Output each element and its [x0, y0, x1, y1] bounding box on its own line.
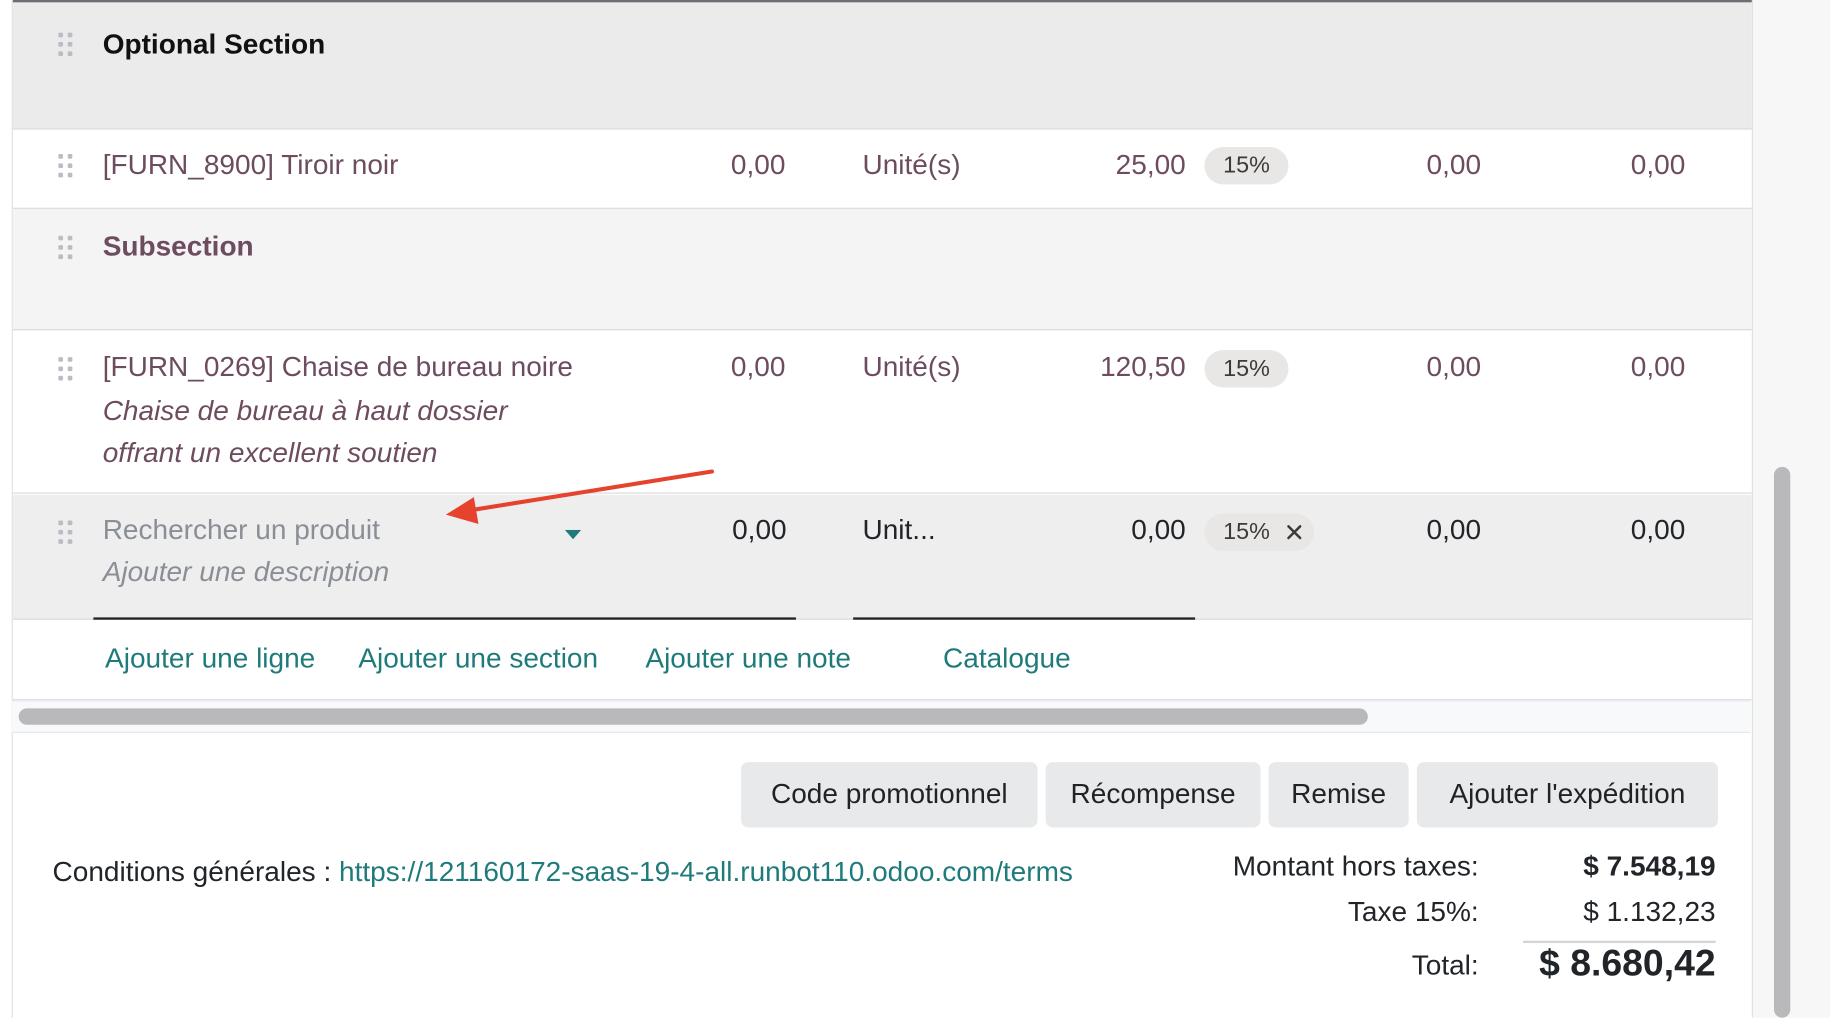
uom-cell[interactable]: Unité(s): [862, 148, 960, 183]
add-section-link[interactable]: Ajouter une section: [358, 642, 598, 677]
catalog-link[interactable]: Catalogue: [943, 642, 1071, 677]
add-actions-row: Ajouter une ligne Ajouter une section Aj…: [12, 620, 1752, 701]
horizontal-scrollbar[interactable]: [11, 700, 1751, 733]
discount-cell[interactable]: 0,00: [1355, 350, 1482, 385]
caret-down-icon[interactable]: [564, 529, 582, 541]
product-name[interactable]: [FURN_8900] Tiroir noir: [103, 148, 399, 183]
unit-price-input[interactable]: 0,00: [1040, 514, 1186, 549]
discount-cell[interactable]: 0,00: [1355, 148, 1482, 183]
total-label: Total:: [1411, 950, 1479, 982]
drag-handle-icon[interactable]: [58, 520, 77, 549]
tax-badge-label: 15%: [1223, 519, 1270, 546]
annotation-arrow: [445, 469, 714, 525]
tax-amount-value: $ 1.132,23: [1583, 896, 1716, 928]
product-name[interactable]: [FURN_0269] Chaise de bureau noire: [103, 350, 573, 385]
section-row[interactable]: Optional Section: [12, 0, 1752, 130]
total-value: $ 8.680,42: [1539, 941, 1716, 984]
subsection-row[interactable]: Subsection: [12, 208, 1752, 331]
discount-input[interactable]: 0,00: [1355, 514, 1482, 549]
tax-badge-editable[interactable]: 15%: [1204, 513, 1314, 551]
close-icon[interactable]: [1286, 524, 1302, 540]
untaxed-amount-label: Montant hors taxes:: [1232, 850, 1479, 883]
drag-handle-icon[interactable]: [58, 32, 77, 61]
tax-badge[interactable]: 15%: [1204, 350, 1289, 388]
unit-price-cell[interactable]: 25,00: [1040, 148, 1186, 183]
subtotal-cell: 0,00: [1630, 514, 1686, 547]
tax-amount-label: Taxe 15%:: [1347, 896, 1479, 928]
uom-cell[interactable]: Unité(s): [862, 350, 960, 385]
reward-button[interactable]: Récompense: [1045, 762, 1261, 828]
quantity-cell[interactable]: 0,00: [666, 148, 786, 183]
add-note-link[interactable]: Ajouter une note: [645, 642, 851, 677]
vertical-scrollbar[interactable]: [1773, 466, 1791, 1018]
product-search-input[interactable]: Rechercher un produit: [103, 514, 380, 549]
terms-link[interactable]: https://121160172-saas-19-4-all.runbot11…: [339, 857, 1073, 889]
description-input[interactable]: Ajouter une description: [103, 556, 390, 591]
drag-handle-icon[interactable]: [58, 154, 77, 182]
discount-button[interactable]: Remise: [1268, 762, 1409, 828]
tax-badge[interactable]: 15%: [1204, 147, 1289, 185]
untaxed-amount-value: $ 7.548,19: [1583, 850, 1716, 883]
stage: Optional Section [FURN_8900] Tiroir noir…: [0, 0, 1830, 1018]
quantity-cell[interactable]: 0,00: [666, 350, 786, 385]
subtotal-cell: 0,00: [1630, 149, 1686, 181]
add-shipping-button[interactable]: Ajouter l'expédition: [1416, 762, 1718, 828]
product-line-row[interactable]: [FURN_8900] Tiroir noir 0,00 Unité(s) 25…: [12, 128, 1752, 209]
terms-label: Conditions générales :: [52, 856, 332, 889]
drag-handle-icon[interactable]: [58, 357, 77, 385]
terms-line: Conditions générales : https://121160172…: [53, 855, 1073, 890]
product-description-line: Chaise de bureau à haut dossier: [102, 395, 508, 428]
promo-code-button[interactable]: Code promotionnel: [741, 762, 1038, 828]
subtotal-cell: 0,00: [1630, 351, 1686, 383]
product-description-line: offrant un excellent soutien: [102, 437, 438, 470]
new-product-line-row[interactable]: Rechercher un produit Ajouter une descri…: [12, 494, 1752, 620]
drag-handle-icon[interactable]: [58, 235, 77, 264]
horizontal-scrollbar-thumb[interactable]: [18, 708, 1368, 725]
unit-price-cell[interactable]: 120,50: [1040, 350, 1186, 385]
subsection-label: Subsection: [102, 231, 254, 263]
add-line-link[interactable]: Ajouter une ligne: [105, 642, 315, 677]
uom-input[interactable]: Unit...: [862, 514, 935, 549]
section-label: Optional Section: [102, 29, 326, 61]
product-line-row[interactable]: [FURN_0269] Chaise de bureau noire Chais…: [12, 331, 1752, 494]
